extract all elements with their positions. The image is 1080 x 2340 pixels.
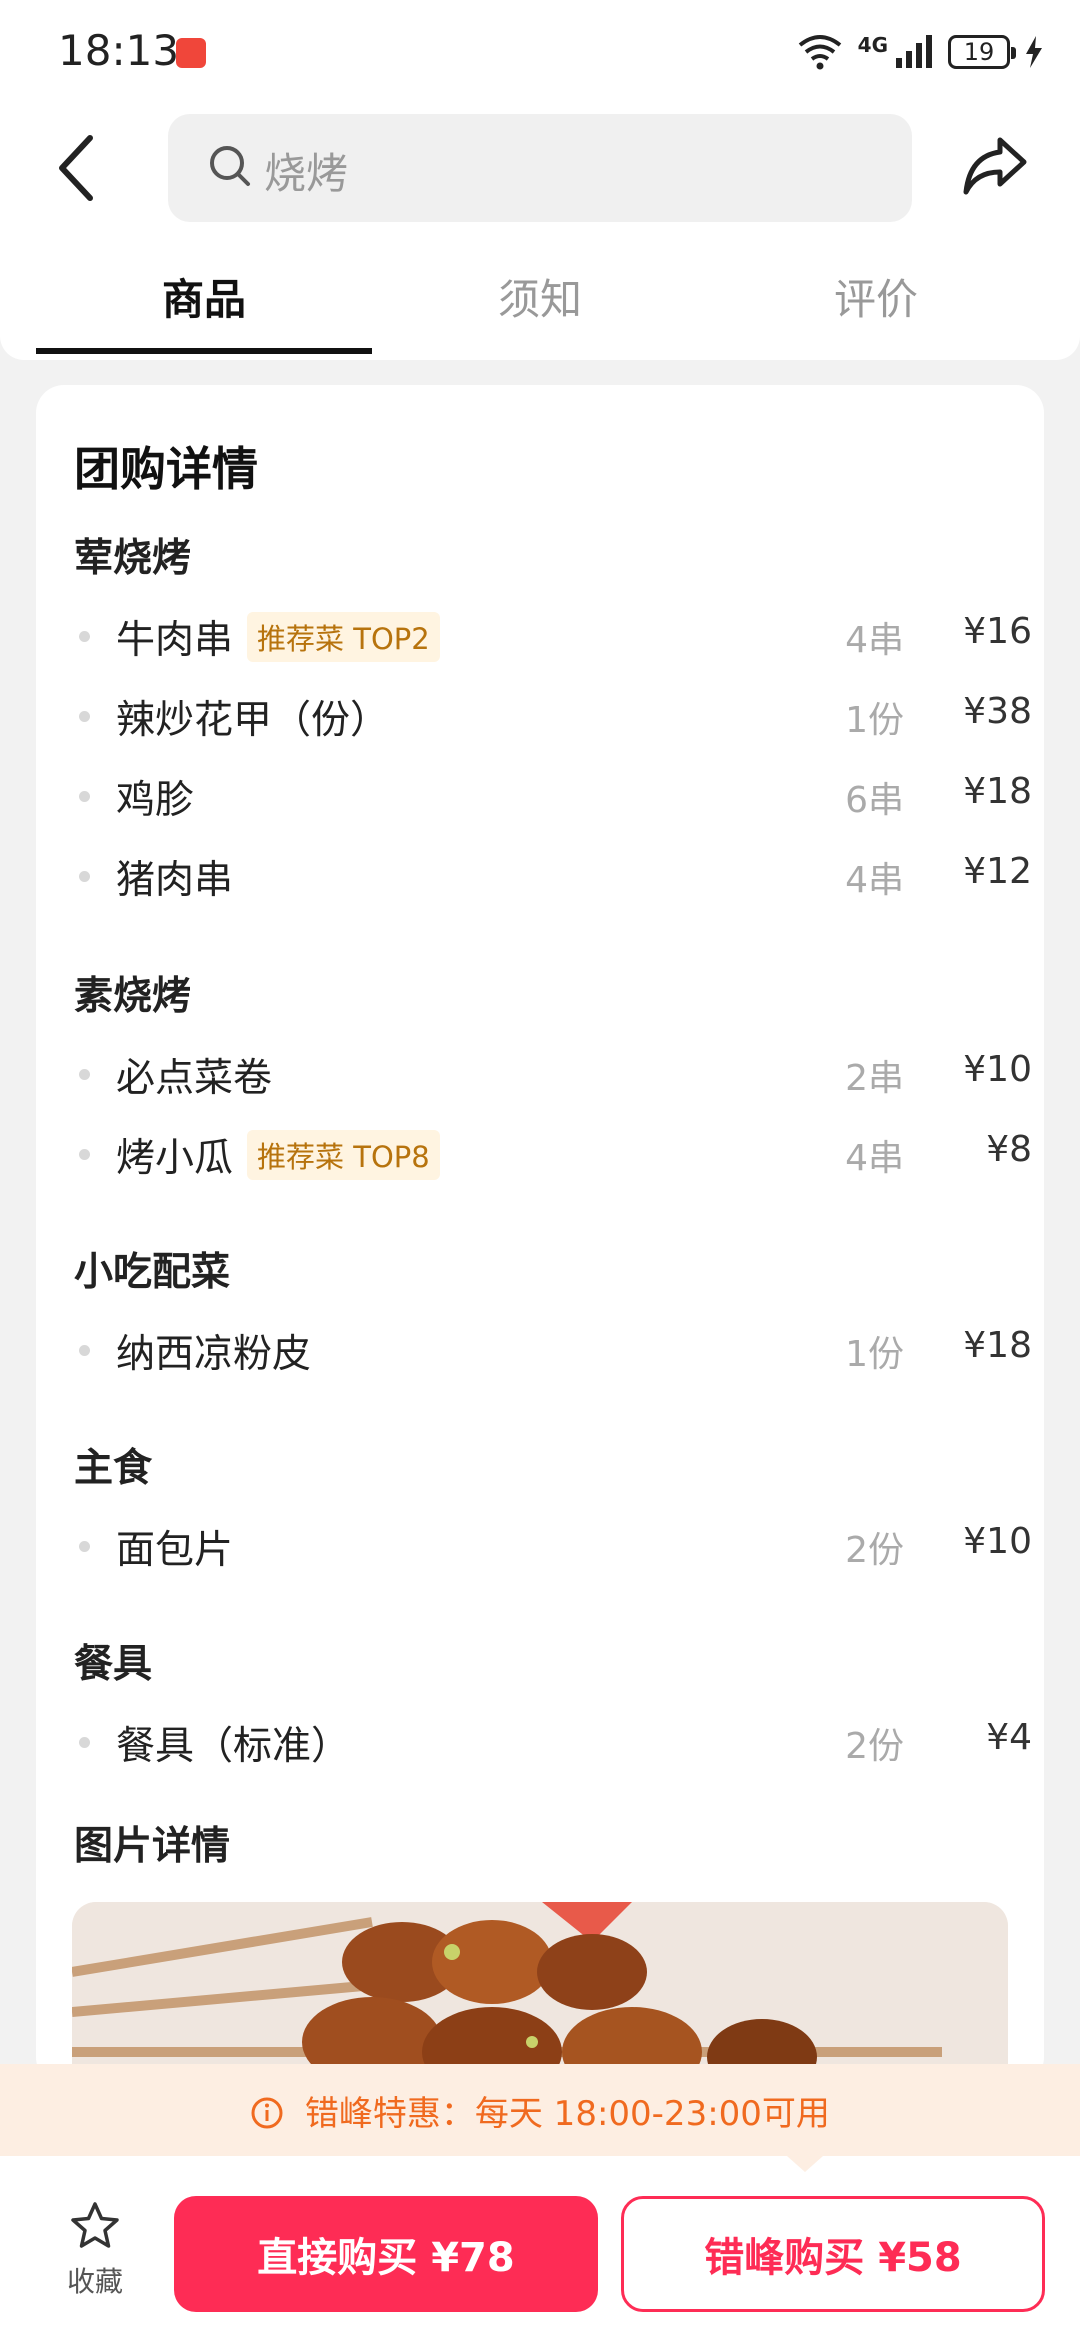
- item-quantity: 4串: [845, 860, 904, 901]
- item-price: ¥18: [963, 1325, 1032, 1366]
- status-bar: 18:13 4G 19: [0, 0, 1080, 100]
- item-name: 牛肉串: [116, 618, 234, 663]
- list-item: 烤小瓜 推荐菜 TOP8 4串 ¥8: [36, 1113, 1044, 1193]
- package-details-card: 团购详情 荤烧烤 牛肉串 推荐菜 TOP2 4串 ¥16 辣炒花甲（份） 1份 …: [36, 385, 1044, 2085]
- bullet-dot: [79, 711, 90, 722]
- item-price: ¥10: [963, 1521, 1032, 1562]
- group-title: 小吃配菜: [74, 1250, 231, 1295]
- item-name: 纳西凉粉皮: [116, 1332, 312, 1377]
- recommend-tag: 推荐菜 TOP2: [247, 612, 440, 662]
- tab-products[interactable]: 商品: [36, 266, 372, 327]
- item-name: 辣炒花甲（份）: [116, 698, 390, 743]
- group-title: 素烧烤: [74, 974, 192, 1019]
- item-quantity: 6串: [845, 780, 904, 821]
- list-item: 纳西凉粉皮 1份 ¥18: [36, 1309, 1044, 1389]
- tab-active-indicator: [36, 348, 372, 354]
- bullet-dot: [79, 791, 90, 802]
- item-price: ¥8: [986, 1129, 1032, 1170]
- direct-buy-button[interactable]: 直接购买 ¥78: [174, 2196, 598, 2312]
- item-quantity: 2串: [845, 1058, 904, 1099]
- header: 烧烤: [0, 100, 1080, 230]
- item-name: 鸡胗: [116, 778, 195, 823]
- item-quantity: 2份: [845, 1726, 904, 1767]
- signal-icon: [896, 35, 932, 68]
- tab-bar: 商品 须知 评价: [0, 230, 1080, 360]
- bullet-dot: [79, 871, 90, 882]
- wifi-icon: [798, 35, 841, 70]
- list-item: 猪肉串 4串 ¥12: [36, 835, 1044, 915]
- item-price: ¥10: [963, 1049, 1032, 1090]
- list-item: 面包片 2份 ¥10: [36, 1505, 1044, 1585]
- favorite-label: 收藏: [66, 2265, 123, 2298]
- favorite-button[interactable]: 收藏: [40, 2200, 150, 2300]
- recommend-tag: 推荐菜 TOP8: [247, 1130, 440, 1180]
- status-icons: 4G 19: [796, 30, 1044, 74]
- item-quantity: 4串: [845, 1138, 904, 1179]
- section-title: 团购详情: [74, 442, 258, 496]
- status-time: 18:13: [58, 26, 180, 75]
- skewer-photo-illustration: [72, 1902, 1008, 2085]
- item-price: ¥16: [963, 611, 1032, 652]
- list-item: 辣炒花甲（份） 1份 ¥38: [36, 675, 1044, 755]
- list-item: 必点菜卷 2串 ¥10: [36, 1033, 1044, 1113]
- item-price: ¥38: [963, 691, 1032, 732]
- group-title: 荤烧烤: [74, 536, 192, 581]
- offpeak-banner: 错峰特惠：每天 18:00-23:00可用: [0, 2064, 1080, 2156]
- network-type-label: 4G: [857, 33, 888, 57]
- bullet-dot: [79, 1737, 90, 1748]
- tab-reviews[interactable]: 评价: [708, 266, 1044, 327]
- charging-icon: [1026, 36, 1042, 68]
- notification-app-icon: [176, 38, 206, 68]
- tab-notice[interactable]: 须知: [372, 266, 708, 327]
- bullet-dot: [79, 1149, 90, 1160]
- item-price: ¥18: [963, 771, 1032, 812]
- search-icon: [210, 146, 250, 186]
- bottom-action-bar: 收藏 直接购买 ¥78 错峰购买 ¥58: [0, 2156, 1080, 2340]
- food-photo[interactable]: [72, 1902, 1008, 2085]
- item-quantity: 1份: [845, 700, 904, 741]
- share-icon[interactable]: [960, 134, 1030, 198]
- list-item: 牛肉串 推荐菜 TOP2 4串 ¥16: [36, 595, 1044, 675]
- star-icon: [71, 2202, 119, 2248]
- banner-pointer: [787, 2156, 823, 2172]
- info-icon: [251, 2097, 283, 2128]
- offpeak-banner-text: 错峰特惠：每天 18:00-23:00可用: [304, 2094, 830, 2134]
- item-name: 猪肉串: [116, 858, 234, 903]
- item-name: 必点菜卷: [116, 1056, 273, 1101]
- item-price: ¥4: [986, 1717, 1032, 1758]
- bullet-dot: [79, 1345, 90, 1356]
- item-quantity: 1份: [845, 1334, 904, 1375]
- item-quantity: 2份: [845, 1530, 904, 1571]
- item-quantity: 4串: [845, 620, 904, 661]
- item-price: ¥12: [963, 851, 1032, 892]
- list-item: 餐具（标准） 2份 ¥4: [36, 1701, 1044, 1781]
- item-name: 面包片: [116, 1528, 234, 1573]
- list-item: 鸡胗 6串 ¥18: [36, 755, 1044, 835]
- photo-section-title: 图片详情: [74, 1824, 231, 1869]
- item-name: 烤小瓜: [116, 1136, 234, 1181]
- back-button[interactable]: [50, 130, 110, 206]
- group-title: 餐具: [74, 1642, 153, 1687]
- search-query: 烧烤: [264, 149, 349, 198]
- group-title: 主食: [74, 1446, 153, 1491]
- battery-icon: 19: [948, 35, 1016, 69]
- item-name: 餐具（标准）: [116, 1724, 351, 1769]
- bullet-dot: [79, 1069, 90, 1080]
- bullet-dot: [79, 631, 90, 642]
- search-input[interactable]: 烧烤: [168, 114, 912, 222]
- offpeak-buy-button[interactable]: 错峰购买 ¥58: [621, 2196, 1045, 2312]
- bullet-dot: [79, 1541, 90, 1552]
